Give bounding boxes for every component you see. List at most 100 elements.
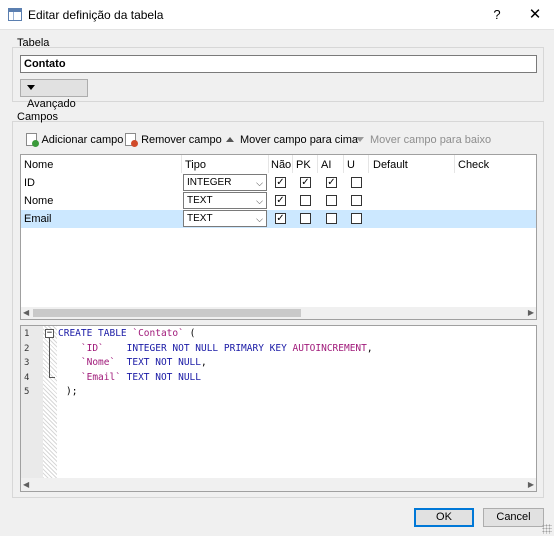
sql-preview[interactable]: − 1 2 3 4 5 CREATE TABLE `Contato` ( `ID` INT… [20, 325, 537, 492]
chevron-down-icon: ⌵ [256, 196, 263, 206]
column-header-unique[interactable]: U [347, 159, 355, 171]
ai-checkbox[interactable] [326, 213, 337, 224]
line-number: 2 [24, 343, 30, 354]
line-number: 5 [24, 387, 30, 397]
sql-line: `Nome` TEXT NOT NULL, [58, 357, 207, 368]
sql-horizontal-scrollbar[interactable]: ◀ ▶ [21, 478, 536, 491]
scroll-thumb[interactable] [33, 309, 301, 317]
sql-token: `ID` [58, 342, 104, 354]
table-row[interactable]: ID INTEGER ⌵ ✓ ✓ ✓ [21, 174, 536, 192]
column-header-name[interactable]: Nome [24, 159, 53, 171]
advanced-button[interactable]: Avançado [20, 79, 88, 110]
pk-checkbox[interactable] [300, 195, 311, 206]
not-null-checkbox[interactable]: ✓ [275, 213, 286, 224]
triangle-down-icon [27, 85, 35, 90]
line-number: 4 [24, 372, 30, 383]
field-name-cell[interactable]: Nome [24, 195, 53, 207]
ai-checkbox[interactable]: ✓ [326, 177, 337, 188]
sql-line: `Email` TEXT NOT NULL [58, 372, 201, 383]
fields-horizontal-scrollbar[interactable]: ◀ ▶ [21, 307, 536, 319]
fields-group-label: Campos [17, 111, 58, 123]
line-number: 3 [24, 358, 30, 368]
move-down-button[interactable]: Mover campo para baixo [356, 133, 491, 147]
remove-field-icon [125, 133, 138, 147]
add-field-icon [26, 133, 39, 147]
resize-grip[interactable] [542, 524, 552, 534]
sql-token: `Contato` [132, 328, 184, 339]
sql-token: CREATE TABLE [58, 328, 133, 339]
column-separator [343, 155, 344, 173]
not-null-checkbox[interactable]: ✓ [275, 177, 286, 188]
table-name-input[interactable] [20, 55, 537, 73]
fold-margin [43, 326, 57, 478]
line-number: 1 [24, 329, 30, 339]
fold-guide [49, 338, 50, 377]
unique-checkbox[interactable] [351, 213, 362, 224]
scroll-right-icon[interactable]: ▶ [528, 478, 534, 491]
remove-field-button[interactable]: Remover campo [125, 133, 222, 147]
close-button[interactable]: ✕ [516, 0, 554, 30]
column-separator [317, 155, 318, 173]
sql-token: `Nome` [58, 357, 116, 368]
add-field-button[interactable]: Adicionar campo [26, 133, 123, 147]
sql-token: INTEGER NOT NULL PRIMARY KEY [103, 342, 293, 354]
table-row[interactable]: Nome TEXT ⌵ ✓ [21, 192, 536, 210]
move-up-label: Mover campo para cima [240, 134, 358, 146]
sql-token: TEXT NOT NULL [115, 357, 201, 368]
move-down-label: Mover campo para baixo [370, 134, 492, 146]
cancel-button[interactable]: Cancel [483, 508, 544, 527]
field-type-value: TEXT [187, 213, 213, 224]
column-separator [268, 155, 269, 173]
column-separator [292, 155, 293, 173]
field-type-select[interactable]: INTEGER ⌵ [183, 174, 267, 191]
field-name-cell[interactable]: Email [24, 213, 52, 225]
sql-token: TEXT NOT NULL [120, 371, 201, 383]
sql-token: , [201, 357, 207, 368]
ai-checkbox[interactable] [326, 195, 337, 206]
unique-checkbox[interactable] [351, 177, 362, 188]
sql-line: ); [66, 386, 77, 397]
field-type-select[interactable]: TEXT ⌵ [183, 192, 267, 209]
table-row[interactable]: Email TEXT ⌵ ✓ [21, 210, 536, 228]
field-type-value: TEXT [187, 195, 213, 206]
unique-checkbox[interactable] [351, 195, 362, 206]
scroll-left-icon[interactable]: ◀ [23, 307, 29, 319]
sql-token: `Email` [58, 371, 121, 383]
column-separator [368, 155, 369, 173]
column-header-not-null[interactable]: Não [271, 159, 291, 171]
advanced-label: Avançado [27, 98, 76, 110]
fold-guide-end [49, 377, 55, 378]
field-type-select[interactable]: TEXT ⌵ [183, 210, 267, 227]
title-bar: Editar definição da tabela ? ✕ [0, 0, 554, 30]
column-separator [454, 155, 455, 173]
remove-field-label: Remover campo [141, 134, 222, 146]
pk-checkbox[interactable] [300, 213, 311, 224]
ok-button[interactable]: OK [414, 508, 474, 527]
column-separator [181, 155, 182, 173]
add-field-label: Adicionar campo [41, 134, 124, 146]
column-header-pk[interactable]: PK [296, 159, 311, 171]
fields-table[interactable]: Nome Tipo Não PK AI U Default Check ID IN… [20, 154, 537, 320]
chevron-down-icon: ⌵ [256, 178, 263, 188]
window-title: Editar definição da tabela [28, 8, 164, 22]
arrow-down-icon [356, 137, 364, 142]
scroll-right-icon[interactable]: ▶ [528, 307, 534, 319]
table-group-label: Tabela [17, 37, 50, 49]
scroll-left-icon[interactable]: ◀ [23, 478, 29, 491]
column-header-type[interactable]: Tipo [185, 159, 206, 171]
column-header-check[interactable]: Check [458, 159, 489, 171]
chevron-down-icon: ⌵ [256, 214, 263, 224]
sql-token: ); [66, 386, 78, 397]
fold-collapse-icon[interactable]: − [45, 329, 54, 338]
not-null-checkbox[interactable]: ✓ [275, 195, 286, 206]
sql-token: AUTOINCREMENT [292, 342, 367, 354]
move-up-button[interactable]: Mover campo para cima [226, 133, 358, 147]
sql-line: `ID` INTEGER NOT NULL PRIMARY KEY AUTOIN… [58, 343, 373, 354]
pk-checkbox[interactable]: ✓ [300, 177, 311, 188]
sql-token: ( [183, 328, 196, 339]
field-type-value: INTEGER [187, 177, 232, 188]
help-button[interactable]: ? [482, 0, 512, 30]
field-name-cell[interactable]: ID [24, 177, 35, 189]
column-header-ai[interactable]: AI [321, 159, 331, 171]
column-header-default[interactable]: Default [373, 159, 408, 171]
